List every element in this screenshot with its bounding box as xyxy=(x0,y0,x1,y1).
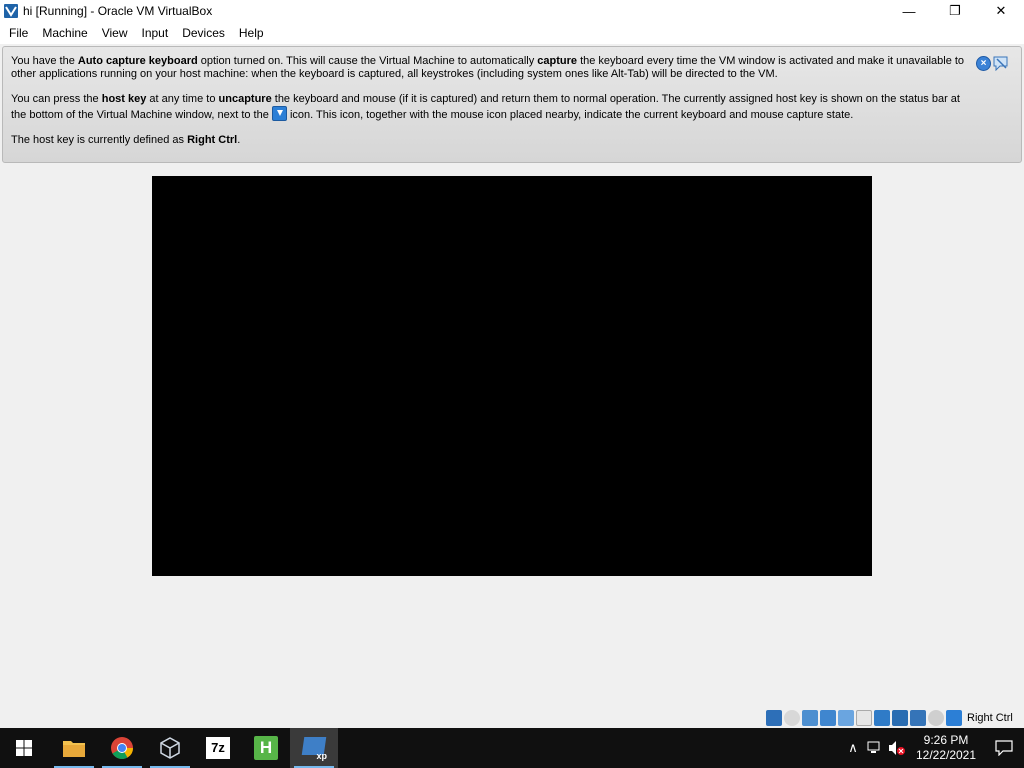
notice-paragraph-1: You have the Auto capture keyboard optio… xyxy=(11,55,971,81)
clock[interactable]: 9:26 PM 12/22/2021 xyxy=(908,733,984,763)
network-icon[interactable] xyxy=(820,710,836,726)
auto-capture-notice: You have the Auto capture keyboard optio… xyxy=(2,46,1022,163)
hard-disk-icon[interactable] xyxy=(766,710,782,726)
window-title: hi [Running] - Oracle VM VirtualBox xyxy=(23,4,213,18)
host-key-label: Right Ctrl xyxy=(967,712,1013,724)
taskbar-file-explorer[interactable] xyxy=(50,728,98,768)
host-key-icon[interactable] xyxy=(946,710,962,726)
menu-machine[interactable]: Machine xyxy=(35,22,94,44)
close-button[interactable]: ✕ xyxy=(978,0,1024,22)
host-key-icon xyxy=(271,106,287,121)
notice-text: You have the xyxy=(11,55,78,67)
show-hidden-icons-chevron-icon[interactable]: ∧ xyxy=(842,728,864,768)
notice-paragraph-2: You can press the host key at any time t… xyxy=(11,93,971,122)
virtualbox-icon xyxy=(4,4,18,18)
menu-file[interactable]: File xyxy=(2,22,35,44)
notice-text: . xyxy=(237,134,241,146)
notice-text: at any time to xyxy=(146,93,219,105)
notice-text: The host key is currently defined as xyxy=(11,134,188,146)
virtualization-icon[interactable] xyxy=(910,710,926,726)
file-explorer-icon xyxy=(63,741,85,757)
notice-text: You can press the xyxy=(11,93,102,105)
menu-devices[interactable]: Devices xyxy=(175,22,232,44)
virtualbox-icon xyxy=(160,737,180,759)
optical-drive-icon[interactable] xyxy=(784,710,800,726)
action-center-button[interactable] xyxy=(984,728,1024,768)
volume-muted-icon[interactable] xyxy=(886,728,908,768)
notice-text: option turned on. This will cause the Vi… xyxy=(197,55,538,67)
menu-bar: File Machine View Input Devices Help xyxy=(0,22,1024,44)
notice-bold: capture xyxy=(537,55,578,67)
notification-icon xyxy=(995,740,1013,756)
audio-icon[interactable] xyxy=(802,710,818,726)
system-tray: ∧ 9:26 PM 12/22/2021 xyxy=(842,728,1024,768)
taskbar-hxd[interactable]: H xyxy=(242,728,290,768)
clock-time: 9:26 PM xyxy=(923,733,969,747)
notice-bold: host key xyxy=(101,93,147,105)
7zip-icon: 7z xyxy=(206,737,230,759)
network-icon[interactable] xyxy=(864,728,886,768)
notice-bold: uncapture xyxy=(218,93,272,105)
menu-input[interactable]: Input xyxy=(135,22,176,44)
notice-bold: Right Ctrl xyxy=(187,134,238,146)
hide-message-icon[interactable] xyxy=(993,56,1010,71)
mouse-integration-icon[interactable] xyxy=(928,710,944,726)
start-button[interactable] xyxy=(0,728,48,768)
minimize-button[interactable]: — xyxy=(886,0,932,22)
notice-text: icon. This icon, together with the mouse… xyxy=(286,109,854,121)
shared-folder-icon[interactable] xyxy=(856,710,872,726)
vm-display[interactable] xyxy=(152,176,872,576)
display-icon[interactable] xyxy=(874,710,890,726)
clock-date: 12/22/2021 xyxy=(915,748,977,762)
usb-icon[interactable] xyxy=(838,710,854,726)
notice-paragraph-3: The host key is currently defined as Rig… xyxy=(11,134,971,147)
taskbar-chrome[interactable] xyxy=(98,728,146,768)
hxd-icon: H xyxy=(254,736,278,760)
vm-status-bar: Right Ctrl xyxy=(766,709,1013,727)
taskbar-vm-xp[interactable]: xp xyxy=(290,728,338,768)
taskbar-7zip[interactable]: 7z xyxy=(194,728,242,768)
xp-label: xp xyxy=(316,751,327,761)
vm-xp-icon: xp xyxy=(301,735,327,761)
windows-logo-icon xyxy=(16,740,32,756)
taskbar-virtualbox[interactable] xyxy=(146,728,194,768)
restore-button[interactable]: ❐ xyxy=(932,0,978,22)
chrome-icon xyxy=(111,737,133,759)
taskbar: 7z H xp ∧ 9:26 PM 12/22/2021 xyxy=(0,728,1024,768)
notice-bold: Auto capture keyboard xyxy=(77,55,198,67)
title-bar: hi [Running] - Oracle VM VirtualBox — ❐ … xyxy=(0,0,1024,22)
menu-view[interactable]: View xyxy=(95,22,135,44)
menu-help[interactable]: Help xyxy=(232,22,271,44)
recording-icon[interactable] xyxy=(892,710,908,726)
close-notice-button[interactable]: × xyxy=(976,56,991,71)
